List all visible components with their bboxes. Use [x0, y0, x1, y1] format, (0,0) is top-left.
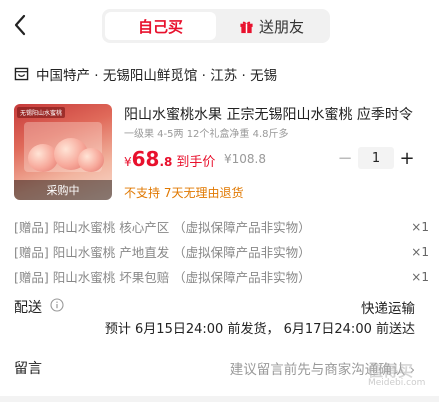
message-label: 留言: [14, 361, 42, 377]
product-title[interactable]: 阳山水蜜桃水果 正宗无锡阳山水蜜桃 应季时令: [124, 104, 429, 124]
shipping-label: 配送: [14, 300, 42, 316]
top-bar: 自己买 送朋友: [0, 0, 439, 50]
product-card: 无锡阳山水蜜桃 采购中 阳山水蜜桃水果 正宗无锡阳山水蜜桃 应季时令 一级果 4…: [14, 104, 429, 204]
shipping-method[interactable]: 快递运输: [361, 297, 415, 317]
decrease-button[interactable]: −: [336, 148, 354, 169]
price-decimal: .8: [159, 155, 173, 169]
gift-list: [赠品] 阳山水蜜桃 核心产区 （虚拟保障产品非实物） ×1 [赠品] 阳山水蜜…: [14, 214, 429, 289]
price-label: 到手价: [176, 155, 216, 170]
gift-item-text: [赠品] 阳山水蜜桃 坏果包赔 （虚拟保障产品非实物）: [14, 270, 311, 285]
shipping-eta: 预计 6月15日24:00 前发货， 6月17日24:00 前送达: [104, 322, 415, 337]
quantity-stepper: − 1 +: [336, 147, 416, 169]
bottom-divider: [0, 396, 439, 402]
store-row[interactable]: 中国特产 · 无锡阳山鲜觅馆 · 江苏 · 无锡: [14, 63, 429, 85]
store-icon: [14, 67, 29, 81]
watermark-url: Meidebi.com: [368, 378, 426, 388]
tab-buy-for-self-label: 自己买: [137, 17, 183, 36]
gift-item: [赠品] 阳山水蜜桃 坏果包赔 （虚拟保障产品非实物） ×1: [14, 264, 429, 289]
increase-button[interactable]: +: [398, 148, 416, 169]
back-button[interactable]: [6, 10, 34, 40]
gift-item-text: [赠品] 阳山水蜜桃 核心产区 （虚拟保障产品非实物）: [14, 220, 311, 235]
price-integer: 68: [131, 147, 160, 171]
shipping-section: 配送 快递运输 预计 6月15日24:00 前发货， 6月17日24:00 前送…: [14, 295, 429, 339]
peach-graphic: [28, 144, 58, 172]
product-thumbnail[interactable]: 无锡阳山水蜜桃 采购中: [14, 104, 112, 200]
gift-item-qty: ×1: [411, 269, 429, 284]
product-spec[interactable]: 一级果 4-5两 12个礼盒净重 4.8斤多: [124, 125, 289, 140]
tab-buy-for-self[interactable]: 自己买: [105, 12, 216, 40]
store-name: 中国特产 · 无锡阳山鲜觅馆 · 江苏 · 无锡: [36, 68, 278, 84]
peach-graphic: [78, 148, 104, 172]
original-price: ¥108.8: [224, 152, 266, 166]
chevron-left-icon: [14, 14, 26, 36]
gift-item-qty: ×1: [411, 219, 429, 234]
price-currency: ¥: [124, 155, 132, 169]
gift-item: [赠品] 阳山水蜜桃 产地直发 （虚拟保障产品非实物） ×1: [14, 239, 429, 264]
purchase-mode-switch: 自己买 送朋友: [102, 9, 330, 43]
thumbnail-status-overlay: 采购中: [14, 180, 112, 200]
message-section[interactable]: 留言 建议留言前先与商家沟通确认 ›: [14, 356, 429, 378]
gift-item-qty: ×1: [411, 244, 429, 259]
tab-send-to-friend[interactable]: 送朋友: [216, 12, 327, 40]
gift-item-text: [赠品] 阳山水蜜桃 产地直发 （虚拟保障产品非实物）: [14, 245, 311, 260]
gift-icon: [240, 21, 253, 33]
quantity-input[interactable]: 1: [358, 147, 394, 169]
thumbnail-brand-tag: 无锡阳山水蜜桃: [17, 107, 66, 118]
tab-send-to-friend-label: 送朋友: [258, 17, 304, 36]
no-return-notice: 不支持 7天无理由退货: [124, 186, 244, 200]
price: ¥ 68 .8 到手价: [124, 147, 215, 171]
gift-item: [赠品] 阳山水蜜桃 核心产区 （虚拟保障产品非实物） ×1: [14, 214, 429, 239]
info-icon[interactable]: [50, 298, 64, 312]
